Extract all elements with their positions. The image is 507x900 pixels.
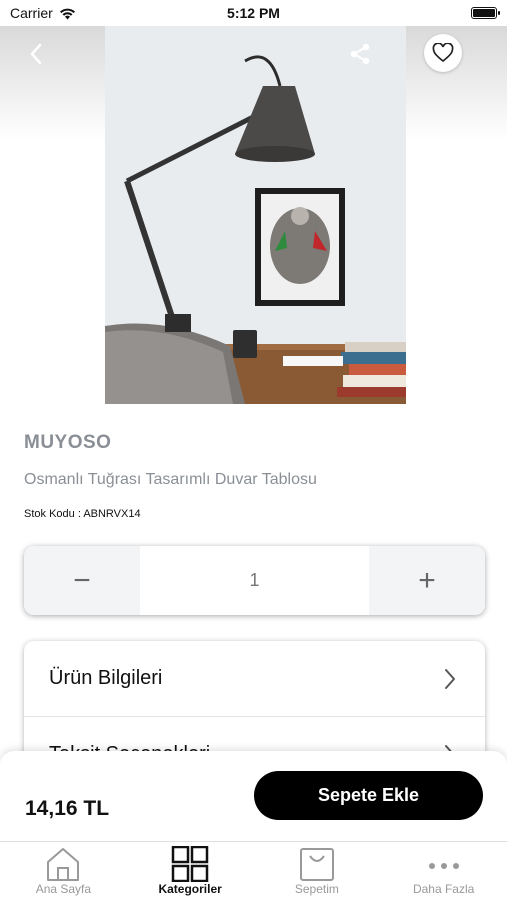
carrier-label: Carrier bbox=[10, 5, 53, 21]
wifi-icon bbox=[59, 8, 75, 19]
battery-icon bbox=[471, 7, 500, 19]
tab-more[interactable]: Daha Fazla bbox=[380, 842, 507, 900]
heart-icon bbox=[432, 43, 454, 63]
product-details-label: Ürün Bilgileri bbox=[49, 667, 163, 689]
chevron-right-icon bbox=[445, 668, 455, 689]
plus-icon: + bbox=[418, 563, 436, 597]
shopping-bag-icon bbox=[299, 848, 334, 881]
tab-categories[interactable]: Kategoriler bbox=[127, 842, 254, 900]
product-title: Osmanlı Tuğrası Tasarımlı Duvar Tablosu bbox=[24, 471, 317, 488]
decrease-quantity-button[interactable]: − bbox=[24, 546, 140, 615]
grid-icon bbox=[171, 846, 209, 882]
stock-code: Stok Kodu : ABNRVX14 bbox=[24, 508, 141, 520]
add-to-cart-button[interactable]: Sepete Ekle bbox=[254, 771, 483, 820]
product-gallery[interactable] bbox=[0, 26, 507, 406]
tab-more-label: Daha Fazla bbox=[412, 882, 475, 896]
more-icon bbox=[428, 863, 459, 869]
purchase-bar: 14,16 TL Sepete Ekle bbox=[0, 751, 507, 841]
status-bar: Carrier 5:12 PM bbox=[0, 0, 507, 26]
tab-home-label: Ana Sayfa bbox=[35, 882, 92, 896]
home-icon bbox=[47, 848, 80, 881]
price-label: 14,16 TL bbox=[25, 797, 110, 820]
product-details-row[interactable]: Ürün Bilgileri bbox=[24, 641, 485, 717]
tab-home[interactable]: Ana Sayfa bbox=[0, 842, 127, 900]
quantity-value: 1 bbox=[140, 546, 369, 615]
chevron-left-icon bbox=[30, 43, 42, 65]
increase-quantity-button[interactable]: + bbox=[369, 546, 485, 615]
share-icon bbox=[350, 43, 370, 65]
product-image[interactable] bbox=[105, 26, 406, 404]
quantity-stepper: − 1 + bbox=[24, 546, 485, 615]
tab-cart-label: Sepetim bbox=[294, 882, 339, 896]
favorite-button[interactable] bbox=[424, 34, 462, 72]
brand-name[interactable]: MUYOSO bbox=[24, 432, 111, 454]
status-time: 5:12 PM bbox=[227, 5, 280, 21]
share-button[interactable] bbox=[346, 40, 374, 68]
minus-icon: − bbox=[73, 563, 91, 597]
back-button[interactable] bbox=[20, 38, 52, 70]
tab-bar: Ana Sayfa Kategoriler Sepetim Daha Fazla bbox=[0, 841, 507, 900]
tab-cart[interactable]: Sepetim bbox=[254, 842, 381, 900]
tab-categories-label: Kategoriler bbox=[158, 882, 222, 896]
